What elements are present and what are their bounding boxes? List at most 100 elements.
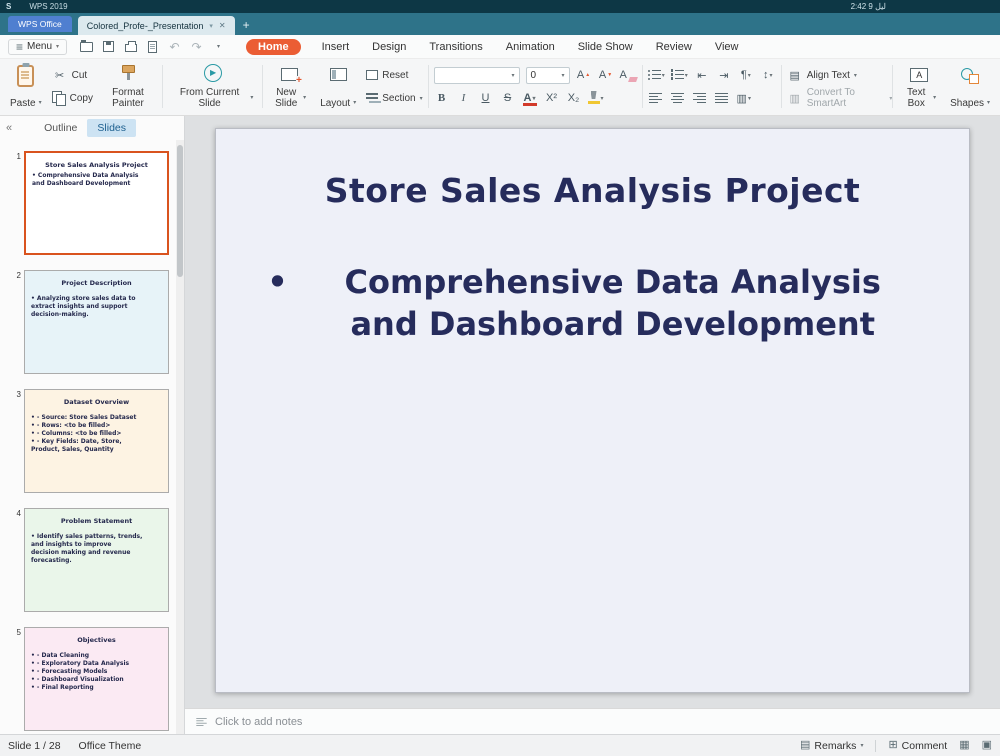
slide-title[interactable]: Store Sales Analysis Project (216, 171, 969, 210)
format-painter-button[interactable]: Format Painter (99, 62, 157, 111)
scrollbar-thumb[interactable] (177, 145, 183, 277)
bullets-button[interactable]: ▾ (647, 66, 665, 84)
panel-scrollbar[interactable] (176, 140, 184, 734)
cut-button[interactable]: ✂ Cut (52, 64, 93, 86)
subscript-button[interactable]: X₂ (566, 89, 582, 107)
highlight-button[interactable]: ▾ (587, 89, 604, 107)
slide-number: 2 (16, 271, 21, 280)
paste-button[interactable]: Paste ▾ (6, 62, 46, 111)
grid-view-button[interactable]: ▦ (959, 740, 969, 751)
decrease-font-button[interactable]: A ▼ (598, 66, 614, 84)
strikethrough-button[interactable]: S (500, 89, 516, 107)
convert-smartart-button[interactable]: ▥ Convert To SmartArt ▾ (787, 87, 893, 109)
ribbon-separator (427, 65, 429, 108)
remarks-button[interactable]: ▤ Remarks ▾ (800, 740, 863, 752)
chevron-down-icon: ▾ (860, 743, 864, 749)
section-button[interactable]: Section ▾ (366, 87, 423, 109)
line-spacing-button[interactable]: ↕ ▾ (760, 66, 776, 84)
font-size-select[interactable]: 0 ▾ (525, 66, 570, 84)
font-name-select[interactable]: ▾ (433, 66, 520, 84)
undo-button[interactable]: ↶ (165, 38, 184, 55)
text-box-button[interactable]: A Text Box ▾ (898, 62, 940, 111)
decrease-indent-button[interactable]: ⇤ (694, 66, 710, 84)
print-preview-button[interactable] (143, 38, 162, 55)
outline-tab[interactable]: Outline (34, 119, 87, 137)
increase-indent-button[interactable]: ⇥ (716, 66, 732, 84)
remarks-icon: ▤ (800, 739, 811, 751)
slides-tab[interactable]: Slides (87, 119, 137, 137)
tab-slide-show[interactable]: Slide Show (576, 39, 635, 55)
reset-button[interactable]: Reset (366, 64, 422, 86)
font-color-button[interactable]: A ▾ (522, 89, 538, 107)
slide-thumbnail-5[interactable]: Objectives • - Data Cleaning • - Explora… (24, 627, 169, 731)
tab-design[interactable]: Design (370, 39, 408, 55)
tab-home[interactable]: Home (246, 38, 301, 55)
folder-icon (80, 39, 94, 52)
print-button[interactable] (121, 38, 140, 55)
tab-menu-icon[interactable]: ▾ (209, 22, 213, 30)
shapes-label: Shapes (950, 98, 985, 109)
qat-customize-button[interactable]: ▾ (209, 38, 228, 55)
slide-thumbnail-2[interactable]: Project Description • Analyzing store sa… (24, 270, 169, 374)
wps-office-button[interactable]: WPS Office (8, 16, 72, 32)
notes-placeholder[interactable]: Click to add notes (215, 716, 302, 728)
new-tab-button[interactable]: + (243, 18, 250, 32)
text-direction-button[interactable]: ¶ ▾ (738, 66, 754, 84)
app-title: WPS 2019 (29, 2, 68, 11)
increase-font-button[interactable]: A ▲ (576, 66, 592, 84)
current-slide[interactable]: Store Sales Analysis Project • Comprehen… (215, 128, 970, 693)
open-button[interactable] (77, 38, 96, 55)
bullet-list-icon (647, 69, 661, 81)
tab-review[interactable]: Review (654, 39, 694, 55)
statusbar: Slide 1 / 28 Office Theme ▤ Remarks ▾ ⊞ … (0, 734, 1000, 756)
menu-button[interactable]: ≡ Menu ▾ (8, 38, 68, 55)
ribbon-separator (780, 65, 782, 108)
reset-icon (366, 70, 379, 80)
redo-button[interactable]: ↷ (187, 38, 206, 55)
normal-view-button[interactable]: ▣ (982, 740, 992, 751)
bold-button[interactable]: B (434, 89, 450, 107)
tab-animation[interactable]: Animation (504, 39, 557, 55)
document-tab[interactable]: Colored_Profe-_Presentation ▾ ✕ (77, 16, 235, 35)
superscript-button[interactable]: X² (544, 89, 560, 107)
text-layout-group: ▤ Align Text ▾ ▥ Convert To SmartArt ▾ (787, 62, 893, 111)
bullet-marker: • (267, 263, 288, 301)
save-button[interactable] (99, 38, 118, 55)
numbering-button[interactable]: ▾ (670, 66, 688, 84)
collapse-panel-button[interactable]: « (6, 122, 12, 134)
ribbon-separator (892, 65, 894, 108)
notes-pane[interactable]: Click to add notes (185, 708, 1000, 734)
align-text-button[interactable]: ▤ Align Text ▾ (787, 64, 893, 86)
underline-button[interactable]: U (478, 89, 494, 107)
theme-name[interactable]: Office Theme (79, 740, 142, 752)
slide-number: 1 (16, 152, 21, 161)
columns-button[interactable]: ▥ ▾ (736, 89, 752, 107)
slide-thumbnail-3[interactable]: Dataset Overview • - Source: Store Sales… (24, 389, 169, 493)
new-slide-button[interactable]: New Slide ▾ (268, 62, 310, 111)
copy-button[interactable]: Copy (51, 87, 93, 109)
comment-button[interactable]: ⊞ Comment (888, 740, 947, 752)
layout-label: Layout (320, 98, 351, 109)
slide-thumbnail-1[interactable]: Store Sales Analysis Project • Comprehen… (24, 151, 169, 255)
slide-body[interactable]: • Comprehensive Data Analysis and Dashbo… (216, 262, 969, 345)
align-right-button[interactable] (692, 89, 708, 107)
layout-button[interactable]: Layout ▾ (316, 62, 360, 111)
clear-format-button[interactable]: A (620, 66, 638, 84)
font-group: ▾ 0 ▾ A ▲ A ▼ A B I U S A ▾ X² X₂ ▾ (433, 62, 638, 111)
tab-view[interactable]: View (713, 39, 741, 55)
align-left-icon (649, 92, 663, 104)
system-clock: 2:42 9 ليل (850, 2, 886, 11)
tab-transitions[interactable]: Transitions (427, 39, 484, 55)
tab-close-icon[interactable]: ✕ (219, 21, 226, 30)
system-logo: S (6, 2, 12, 11)
print-icon (124, 41, 137, 52)
align-left-button[interactable] (648, 89, 664, 107)
align-center-button[interactable] (670, 89, 686, 107)
shapes-button[interactable]: Shapes ▾ (946, 62, 994, 111)
slide-thumbnail-4[interactable]: Problem Statement • Identify sales patte… (24, 508, 169, 612)
from-current-slide-button[interactable]: ▶ From Current Slide ▾ (168, 62, 257, 111)
italic-button[interactable]: I (456, 89, 472, 107)
tab-insert[interactable]: Insert (320, 39, 352, 55)
play-icon: ▶ (203, 64, 222, 82)
justify-button[interactable] (714, 89, 730, 107)
